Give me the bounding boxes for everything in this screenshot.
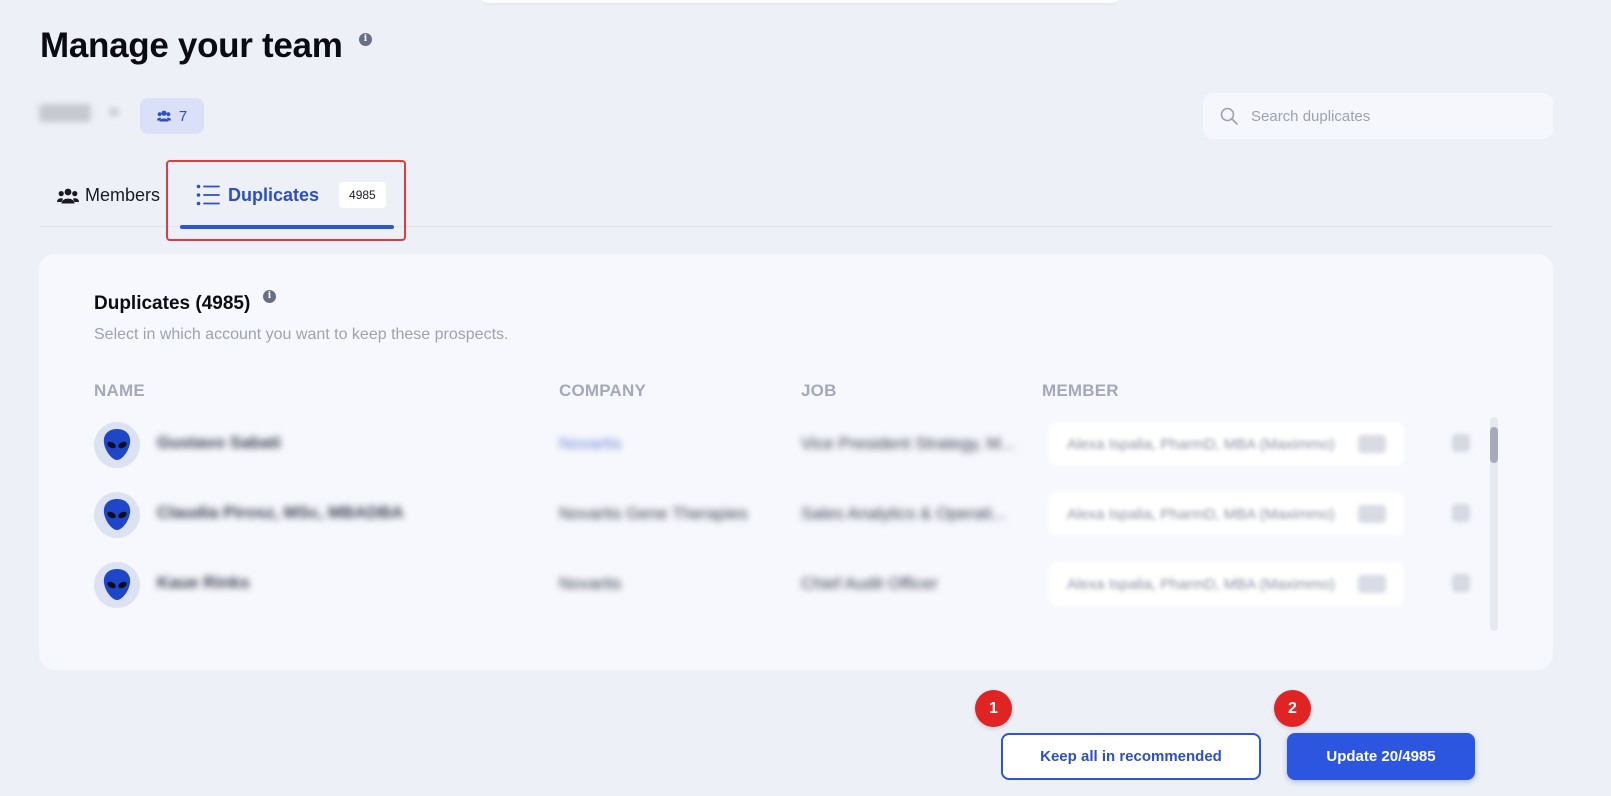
table-row: Gustavo Sabati Novartis Vice President S… (39, 416, 1509, 488)
row-company: Novartis Gene Therapies (559, 504, 748, 523)
alien-avatar-icon (103, 569, 131, 600)
update-button[interactable]: Update 20/4985 (1287, 733, 1475, 780)
alien-avatar-icon (103, 429, 131, 460)
avatar (94, 562, 140, 608)
row-checkbox[interactable] (1452, 574, 1470, 592)
page-title: Manage your team (40, 26, 343, 65)
column-header-name: NAME (94, 381, 145, 400)
row-checkbox[interactable] (1452, 504, 1470, 522)
table-row: Kaue Rinks Novartis Chief Audit Officer … (39, 556, 1509, 628)
alien-avatar-icon (103, 499, 131, 530)
avatar (94, 422, 140, 468)
member-select[interactable]: Alexa Ispalia, PharmD, MBA (Maximmo) (1049, 562, 1404, 606)
member-chip (1358, 435, 1386, 453)
row-name: Gustavo Sabati (157, 433, 281, 452)
tab-members[interactable]: Members (57, 185, 160, 206)
row-company: Novartis (559, 574, 622, 593)
member-select[interactable]: Alexa Ispalia, PharmD, MBA (Maximmo) (1049, 492, 1404, 536)
row-name: Kaue Rinks (157, 573, 250, 592)
keep-all-recommended-button[interactable]: Keep all in recommended (1001, 733, 1261, 780)
member-select[interactable]: Alexa Ispalia, PharmD, MBA (Maximmo) (1049, 422, 1404, 466)
column-header-company: COMPANY (559, 381, 647, 400)
row-company[interactable]: Novartis (559, 434, 769, 454)
member-chip (1358, 505, 1386, 523)
users-icon (156, 110, 171, 122)
row-name: Claudia Pirosz, MSc, MBADBA (157, 503, 404, 522)
step-badge-1: 1 (975, 690, 1012, 727)
members-count: 7 (178, 107, 188, 125)
row-job: Sales Analytics & Operati... (801, 504, 1007, 523)
member-select-value: Alexa Ispalia, PharmD, MBA (Maximmo) (1067, 575, 1335, 593)
info-icon[interactable]: i (359, 33, 372, 46)
card-subtitle: Select in which account you want to keep… (94, 326, 509, 343)
team-separator-icon (109, 107, 119, 117)
table-row: Claudia Pirosz, MSc, MBADBA Novartis Gen… (39, 486, 1509, 558)
team-name (39, 104, 91, 122)
members-count-badge[interactable]: 7 (140, 98, 204, 134)
annotation-highlight-box (166, 160, 406, 241)
info-icon[interactable]: i (263, 290, 276, 303)
search-input[interactable] (1251, 107, 1531, 125)
avatar (94, 492, 140, 538)
users-icon (57, 188, 79, 203)
member-select-value: Alexa Ispalia, PharmD, MBA (Maximmo) (1067, 505, 1335, 523)
column-header-job: JOB (801, 381, 837, 400)
column-header-member: MEMBER (1042, 381, 1119, 400)
search-icon (1220, 107, 1238, 125)
duplicates-table-body: Gustavo Sabati Novartis Vice President S… (39, 410, 1509, 632)
member-chip (1358, 575, 1386, 593)
scrollbar-thumb[interactable] (1490, 427, 1498, 463)
tab-members-label: Members (85, 185, 161, 205)
card-title: Duplicates (4985) (94, 293, 251, 314)
row-checkbox[interactable] (1452, 434, 1470, 452)
row-job: Vice President Strategy, M... (801, 434, 1015, 453)
top-bar (475, 0, 1125, 3)
member-select-value: Alexa Ispalia, PharmD, MBA (Maximmo) (1067, 435, 1335, 453)
row-job: Chief Audit Officer (801, 574, 938, 593)
search-box[interactable] (1203, 93, 1553, 139)
step-badge-2: 2 (1274, 690, 1311, 727)
